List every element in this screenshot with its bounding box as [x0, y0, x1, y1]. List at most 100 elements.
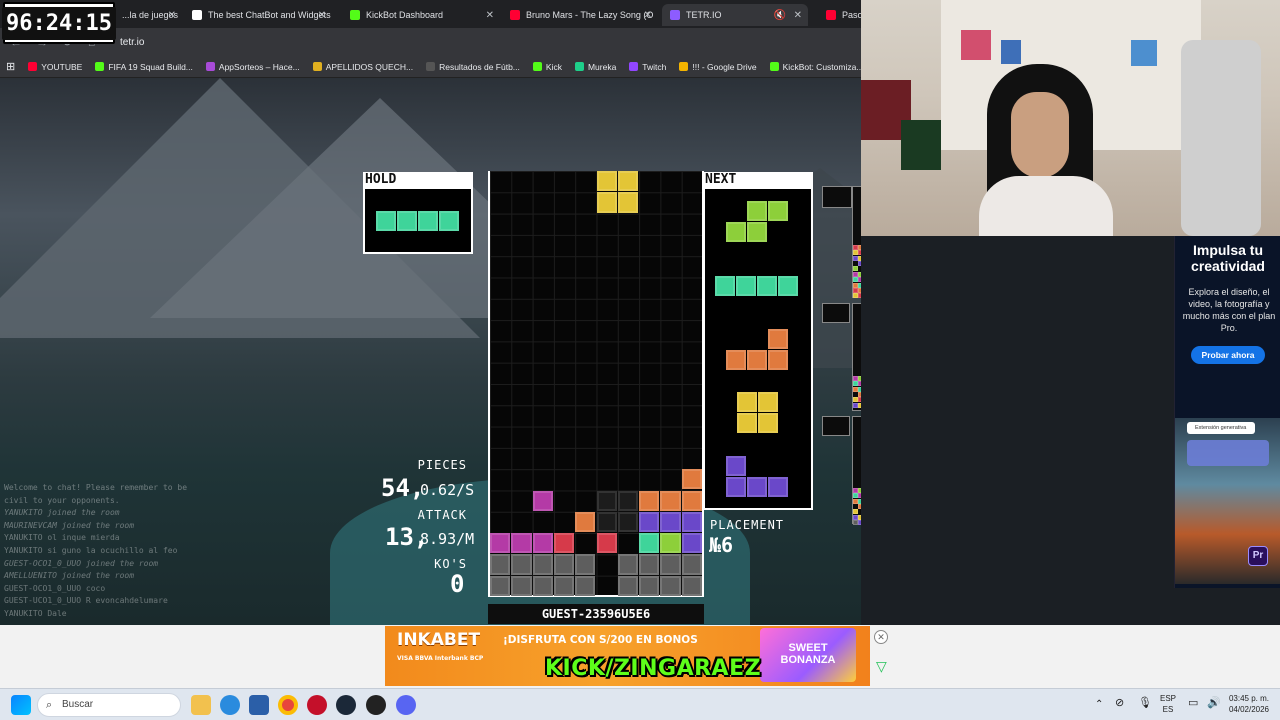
obs-icon[interactable] [366, 695, 386, 715]
next-piece-mino [768, 201, 788, 221]
bookmark-appsorteos[interactable]: AppSorteos – Hace... [205, 62, 300, 72]
opponent-mino [858, 386, 861, 392]
webcam-feed [861, 0, 1280, 236]
browser-tab-bar: ...la de juegos ✕ The best ChatBot and Wi… [0, 0, 862, 28]
opponent-mino [858, 250, 861, 256]
adobe-ad[interactable]: Impulsa tu creatividad Explora el diseño… [1174, 236, 1280, 588]
steam-icon[interactable] [336, 695, 356, 715]
opponent-mino [858, 375, 861, 381]
next-piece-mino [747, 222, 767, 242]
chat-line: YANUKITO ol inque mierda [4, 533, 120, 543]
close-icon[interactable]: ✕ [794, 10, 802, 21]
kick-handle: KICK/ZINGARAEZ [545, 656, 762, 681]
figure [1001, 40, 1021, 64]
volume-icon[interactable]: 🔊 [1207, 698, 1221, 709]
mino-Z [553, 533, 575, 554]
tab-youtube[interactable]: Bruno Mars - The Lazy Song (O ✕ [502, 4, 658, 26]
tab-tetrio[interactable]: TETR.IO 🔇 ✕ [662, 4, 808, 26]
next-piece-mino [737, 413, 757, 433]
bookmark-mureka[interactable]: Mureka [574, 62, 616, 72]
bookmark-kickbot[interactable]: KickBot: Customiza... [769, 62, 861, 72]
person-face [1011, 92, 1069, 178]
mino-Z [596, 533, 617, 554]
bookmark-apellidos[interactable]: APELLIDOS QUECH... [312, 62, 413, 72]
next-piece-mino [726, 456, 746, 476]
close-icon[interactable]: ✕ [168, 10, 176, 21]
taskbar-search[interactable]: ⌕ Buscar [37, 693, 181, 717]
store-icon[interactable] [249, 695, 269, 715]
tab-paso[interactable]: Paso [818, 4, 862, 26]
opponent-mino [858, 271, 861, 277]
opponent-mino [858, 288, 861, 293]
chat-line: AMELLUENITO joined the room [4, 571, 135, 581]
bookmark-twitch[interactable]: Twitch [629, 62, 666, 72]
pieces-rate: 0.62/S [420, 481, 475, 499]
attack-label: ATTACK [417, 508, 467, 522]
opponent-mino [853, 277, 858, 283]
mino-G [490, 554, 511, 575]
mino-T [532, 490, 553, 511]
opponent-mino [858, 487, 861, 493]
chat-line: YANUKITO Dale [4, 608, 67, 618]
windows-start-icon[interactable] [11, 695, 31, 715]
file-explorer-icon[interactable] [191, 695, 211, 715]
opponent-mino [858, 255, 861, 261]
opponent-mino [853, 271, 858, 277]
tab-games[interactable]: ...la de juegos ✕ [114, 4, 182, 26]
opponent-hold-mini [822, 416, 850, 436]
next-piece-mino [747, 201, 767, 221]
next-piece-mino [726, 222, 746, 242]
figure [961, 30, 991, 60]
bookmark-google-drive[interactable]: !!! - Google Drive [679, 62, 757, 72]
chat-line: Welcome to chat! Please remember to be [4, 483, 188, 492]
tab-kickbot[interactable]: KickBot Dashboard ✕ [342, 4, 500, 26]
mino-J [681, 533, 702, 554]
mino-G [553, 575, 575, 596]
next-piece-mino [757, 276, 777, 296]
bookmark-resultados[interactable]: Resultados de Fútb... [426, 62, 520, 72]
opponent-mino [858, 498, 861, 504]
mino-G [660, 554, 681, 575]
url-field[interactable]: tetr.io [120, 37, 144, 48]
opponent-mino [853, 509, 858, 515]
ghost-mino [596, 490, 617, 511]
inkabet-logo: INKABET [397, 630, 481, 650]
close-ad-icon[interactable]: ✕ [874, 630, 888, 644]
opponent-mino [853, 250, 858, 256]
app-icon[interactable] [307, 695, 327, 715]
ad-cta-button[interactable]: Probar ahora [1191, 346, 1265, 364]
apps-icon[interactable]: ⊞ [6, 60, 15, 73]
close-icon[interactable]: ✕ [644, 10, 652, 21]
ad-title: Impulsa tu creatividad [1191, 242, 1265, 274]
discord-icon[interactable] [396, 695, 416, 715]
mino-G [575, 575, 596, 596]
bookmark-kick[interactable]: Kick [532, 62, 562, 72]
tab-chatbot[interactable]: The best ChatBot and Widgets ✕ [184, 4, 332, 26]
edge-icon[interactable] [220, 695, 240, 715]
mino-G [532, 554, 553, 575]
figure [1131, 40, 1157, 66]
chrome-icon[interactable] [278, 695, 298, 715]
bookmark-youtube[interactable]: YOUTUBE [28, 62, 82, 72]
clock[interactable]: 03:45 p. m. 04/02/2026 [1224, 693, 1274, 715]
close-icon[interactable]: ✕ [318, 10, 326, 21]
language-indicator[interactable]: ESP ES [1160, 693, 1176, 715]
close-icon[interactable]: ✕ [486, 10, 494, 21]
mino-J [681, 511, 702, 533]
bookmark-fifa[interactable]: FIFA 19 Squad Build... [95, 62, 193, 72]
next-piece-mino [778, 276, 798, 296]
opponent-mino [853, 498, 858, 504]
pieces-count: 54, [381, 474, 425, 502]
mute-icon[interactable]: 🔇 [774, 10, 786, 21]
ad-info-icon[interactable]: ▽ [876, 658, 887, 675]
mino-G [639, 554, 660, 575]
microphone-icon[interactable]: 🎙 [1138, 698, 1152, 709]
mino-T [490, 533, 511, 554]
tray-chevron-icon[interactable]: ⌃ [1095, 699, 1103, 710]
display-icon[interactable]: ▭ [1188, 698, 1198, 709]
windows-taskbar: ⌕ Buscar ⌃ ⊘ 🎙 ESP ES ▭ 🔊 03:45 p. m. 04/0… [0, 688, 1280, 720]
network-icon[interactable]: ⊘ [1115, 698, 1124, 709]
hold-piece-mino [397, 211, 417, 231]
opponent-mino [858, 504, 861, 509]
ghost-mino [617, 490, 639, 511]
